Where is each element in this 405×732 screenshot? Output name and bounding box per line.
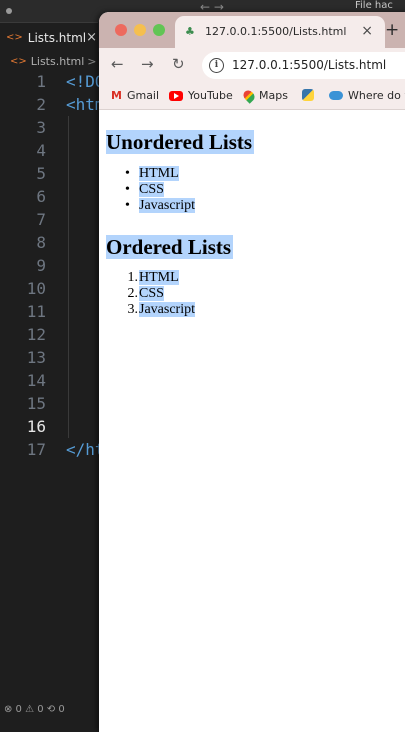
- ordered-list-item: 1. HTML: [128, 270, 179, 286]
- reload-icon[interactable]: ↻: [172, 55, 185, 73]
- number-marker: 1.: [127, 270, 139, 285]
- bullet-marker: •: [125, 166, 130, 181]
- line-number: 7: [36, 210, 46, 229]
- ordered-list-item: 3. Javascript: [128, 302, 195, 318]
- bullet-marker: •: [125, 182, 130, 197]
- status-problems[interactable]: ⊗ 0 ⚠ 0 ⟲ 0: [4, 704, 65, 715]
- gmail-icon: M: [111, 89, 122, 102]
- back-arrow-icon[interactable]: ←: [111, 55, 124, 73]
- line-number: 9: [36, 256, 46, 275]
- line-number: 12: [26, 325, 46, 344]
- youtube-icon: [169, 90, 183, 101]
- bookmark-youtube[interactable]: YouTube: [169, 89, 233, 102]
- browser-tab[interactable]: ♣ 127.0.0.1:5500/Lists.html ×: [175, 16, 385, 48]
- editor-tab-lists-html[interactable]: <> Lists.html ×: [0, 22, 98, 52]
- list-item-text: Javascript: [139, 302, 195, 317]
- minimize-window-button[interactable]: [134, 24, 146, 36]
- browser-toolbar: ← → ↻ i 127.0.0.1:5500/Lists.html: [99, 48, 405, 82]
- command-search[interactable]: File hac: [355, 0, 393, 11]
- live-server-favicon-icon: ♣: [185, 25, 195, 38]
- browser-tab-title: 127.0.0.1:5500/Lists.html: [205, 25, 347, 38]
- list-item-text: HTML: [139, 270, 179, 285]
- line-number: 8: [36, 233, 46, 252]
- bookmark-label: Where do yo: [348, 89, 405, 102]
- list-item-text: Javascript: [139, 198, 195, 213]
- number-marker: 3.: [127, 302, 139, 317]
- browser-title-bar: ♣ 127.0.0.1:5500/Lists.html × +: [99, 12, 405, 48]
- unordered-list-item: • CSS: [125, 182, 164, 198]
- line-number: 17: [26, 440, 46, 459]
- bookmark-label: Gmail: [126, 89, 160, 102]
- address-bar[interactable]: i 127.0.0.1:5500/Lists.html: [202, 52, 405, 79]
- html-file-icon: <>: [6, 32, 23, 43]
- bookmark-python[interactable]: [302, 89, 319, 101]
- line-number: 5: [36, 164, 46, 183]
- bookmark-maps[interactable]: Maps: [241, 87, 288, 104]
- html-file-icon: <>: [10, 55, 27, 67]
- line-number: 1: [36, 72, 46, 91]
- line-number: 2: [36, 95, 46, 114]
- ordered-list-item: 2. CSS: [128, 286, 164, 302]
- line-number: 3: [36, 118, 46, 137]
- unordered-heading: Unordered Lists: [106, 130, 255, 155]
- unordered-list-item: • Javascript: [125, 198, 195, 214]
- address-bar-url[interactable]: 127.0.0.1:5500/Lists.html: [232, 58, 386, 72]
- breadcrumb-separator: >: [87, 54, 97, 68]
- bookmark-where-do-you[interactable]: Where do yo: [329, 89, 405, 102]
- site-info-icon[interactable]: i: [209, 58, 224, 73]
- browser-window: ♣ 127.0.0.1:5500/Lists.html × + ← → ↻ i …: [99, 12, 405, 732]
- editor-tab-label: Lists.html: [27, 30, 87, 45]
- number-marker: 2.: [127, 286, 139, 301]
- maps-icon: [241, 87, 257, 104]
- indent-guide: [68, 116, 69, 438]
- line-number: 11: [26, 302, 46, 321]
- close-browser-tab-button[interactable]: ×: [361, 23, 373, 39]
- bookmark-gmail[interactable]: M Gmail: [111, 89, 159, 102]
- breadcrumb-file[interactable]: Lists.html: [31, 55, 85, 68]
- cloud-icon: [329, 91, 343, 100]
- list-item-text: CSS: [139, 286, 164, 301]
- menu-dot-icon: [6, 8, 12, 14]
- ordered-heading: Ordered Lists: [106, 235, 234, 260]
- forward-arrow-icon[interactable]: →: [141, 55, 154, 73]
- line-number: 16: [26, 417, 46, 436]
- unordered-heading-text: Unordered Lists: [106, 130, 255, 154]
- bookmark-label: YouTube: [188, 89, 233, 102]
- page-viewport[interactable]: Unordered Lists • HTML • CSS • Javascript Ord…: [99, 110, 405, 732]
- ordered-heading-text: Ordered Lists: [106, 235, 234, 259]
- line-number: 13: [26, 348, 46, 367]
- maximize-window-button[interactable]: [153, 24, 165, 36]
- line-number: 10: [26, 279, 46, 298]
- new-tab-button[interactable]: +: [385, 20, 399, 40]
- line-number: 6: [36, 187, 46, 206]
- unordered-list-item: • HTML: [125, 166, 179, 182]
- list-item-text: CSS: [139, 182, 164, 197]
- python-icon: [302, 89, 314, 101]
- bookmark-label: Maps: [259, 89, 288, 102]
- status-bar: ⊗ 0 ⚠ 0 ⟲ 0: [0, 698, 100, 720]
- close-window-button[interactable]: [115, 24, 127, 36]
- bullet-marker: •: [125, 198, 130, 213]
- list-item-text: HTML: [139, 166, 179, 181]
- line-number: 4: [36, 141, 46, 160]
- line-number: 14: [26, 371, 46, 390]
- line-number: 15: [26, 394, 46, 413]
- close-tab-button[interactable]: ×: [86, 30, 97, 45]
- bookmarks-bar: M Gmail YouTube Maps Where do yo: [99, 82, 405, 110]
